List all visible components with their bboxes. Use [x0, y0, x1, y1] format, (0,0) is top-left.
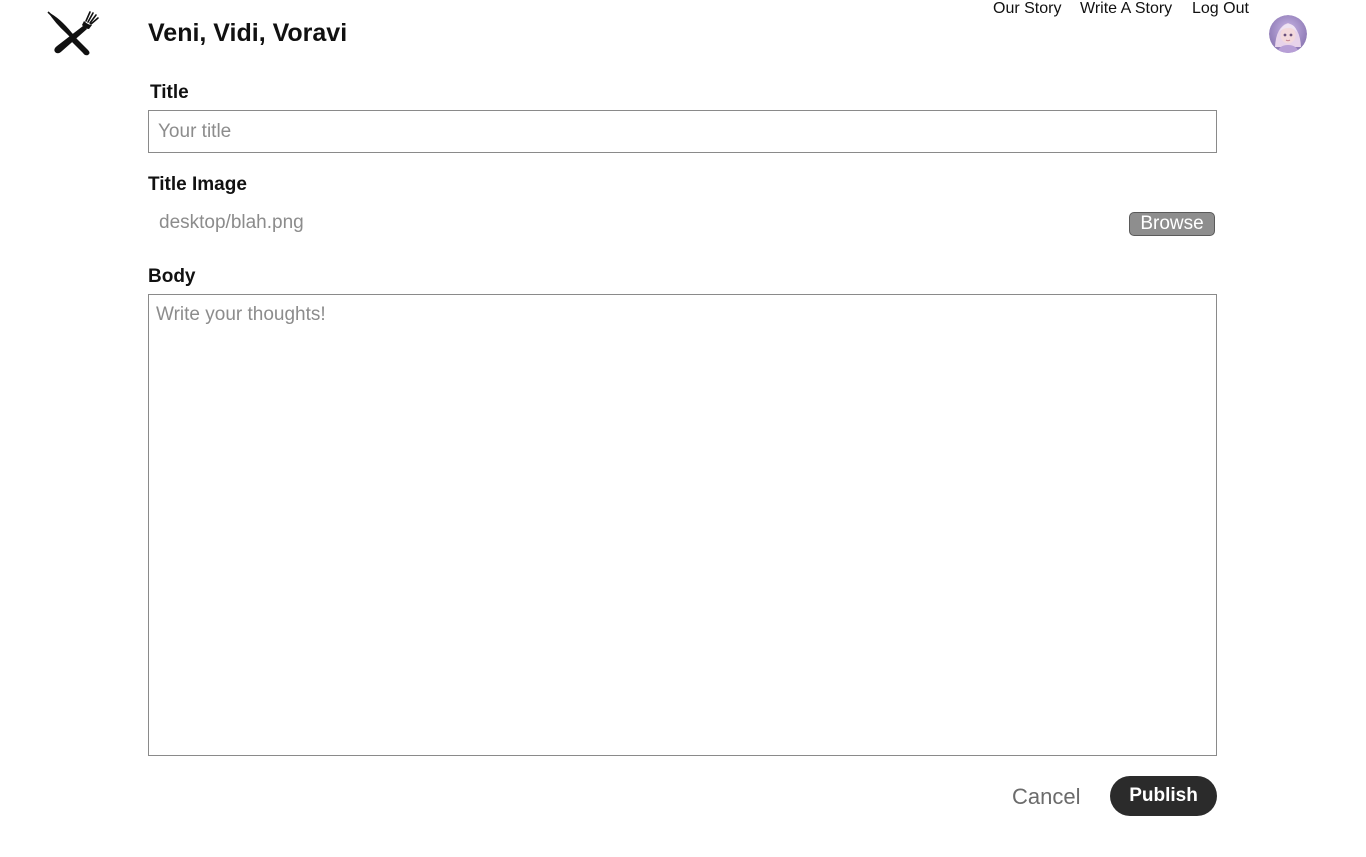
browse-button[interactable]: Browse	[1129, 212, 1215, 236]
crossed-knife-fork-icon[interactable]	[46, 9, 100, 57]
user-avatar[interactable]	[1269, 15, 1307, 53]
cancel-button[interactable]: Cancel	[1006, 781, 1086, 813]
title-input[interactable]	[148, 110, 1217, 153]
title-image-file-name: desktop/blah.png	[159, 212, 304, 233]
publish-button[interactable]: Publish	[1110, 776, 1217, 816]
body-textarea[interactable]	[148, 294, 1217, 756]
title-label: Title	[150, 82, 189, 103]
nav-write-a-story[interactable]: Write A Story	[1080, 0, 1172, 18]
nav-our-story[interactable]: Our Story	[993, 0, 1061, 18]
page: Veni, Vidi, Voravi Our Story Write A Sto…	[0, 0, 1366, 857]
title-image-label: Title Image	[148, 174, 247, 195]
nav-log-out[interactable]: Log Out	[1192, 0, 1249, 18]
body-label: Body	[148, 266, 196, 287]
site-title[interactable]: Veni, Vidi, Voravi	[148, 19, 347, 48]
